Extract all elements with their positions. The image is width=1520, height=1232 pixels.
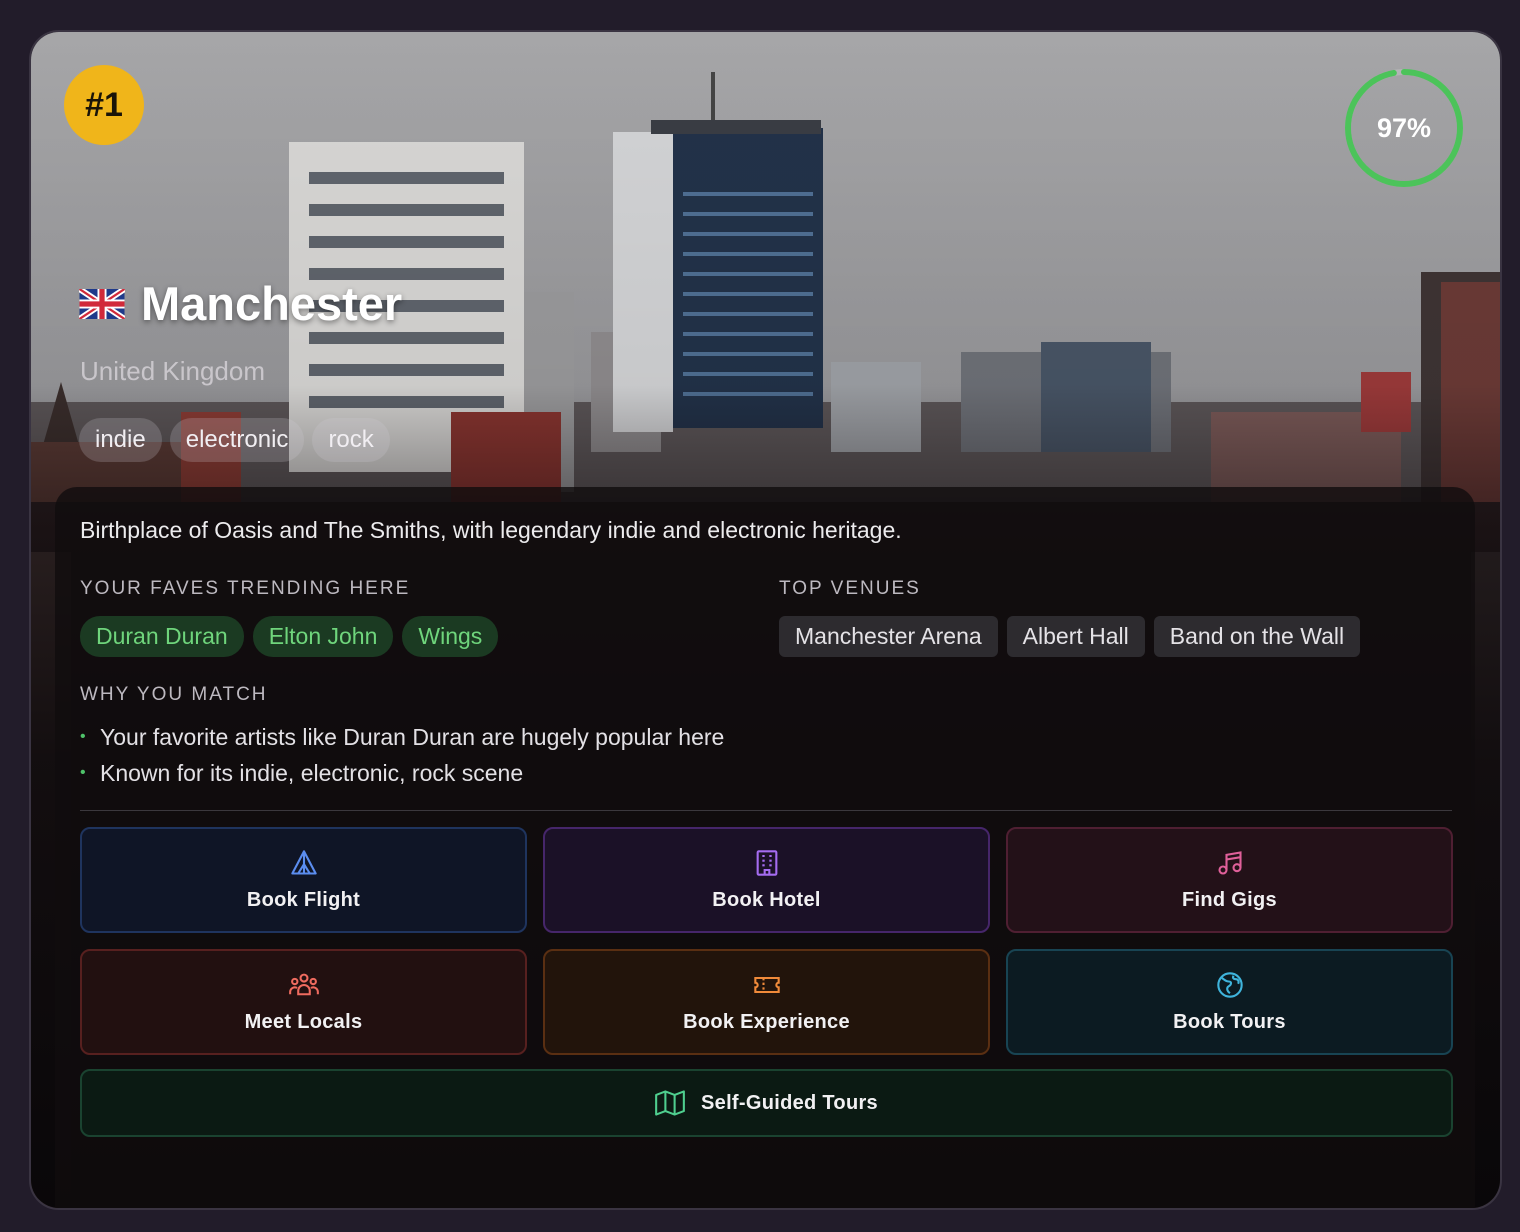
map-icon bbox=[655, 1090, 685, 1116]
top-venues: Manchester Arena Albert Hall Band on the… bbox=[779, 616, 1361, 657]
why-heading: WHY YOU MATCH bbox=[80, 684, 268, 705]
meet-locals-button[interactable]: Meet Locals bbox=[80, 949, 527, 1055]
genre-tags: indie electronic rock bbox=[79, 418, 390, 462]
match-score-label: 97% bbox=[1376, 112, 1432, 143]
ticket-icon bbox=[753, 976, 780, 993]
rank-badge: #1 bbox=[64, 65, 144, 145]
artist-chip[interactable]: Elton John bbox=[252, 616, 394, 657]
divider bbox=[80, 810, 1452, 811]
match-reason: • Your favorite artists like Duran Duran … bbox=[80, 723, 725, 750]
city-description: Birthplace of Oasis and The Smiths, with… bbox=[80, 517, 902, 543]
genre-tag: rock bbox=[312, 418, 390, 462]
bullet-icon: • bbox=[80, 728, 86, 745]
artist-chip[interactable]: Wings bbox=[402, 616, 499, 657]
self-guided-tours-button[interactable]: Self-Guided Tours bbox=[80, 1069, 1453, 1137]
find-gigs-button[interactable]: Find Gigs bbox=[1006, 827, 1453, 933]
artist-chip[interactable]: Duran Duran bbox=[80, 616, 244, 657]
city-name: Manchester bbox=[141, 277, 403, 330]
match-reason: • Known for its indie, electronic, rock s… bbox=[80, 759, 524, 786]
city-title: Manchester bbox=[79, 276, 402, 331]
faves-heading: YOUR FAVES TRENDING HERE bbox=[80, 578, 411, 599]
destination-card[interactable]: #1 97% Manchester United Kingdom indie e… bbox=[29, 30, 1502, 1210]
plane-icon bbox=[290, 849, 317, 875]
uk-flag-icon bbox=[79, 288, 125, 319]
book-experience-button[interactable]: Book Experience bbox=[543, 949, 990, 1055]
venues-heading: TOP VENUES bbox=[779, 578, 921, 599]
genre-tag: indie bbox=[79, 418, 162, 462]
country-name: United Kingdom bbox=[80, 356, 265, 386]
globe-icon bbox=[1216, 971, 1243, 998]
details-panel: Birthplace of Oasis and The Smiths, with… bbox=[55, 487, 1475, 1208]
book-flight-button[interactable]: Book Flight bbox=[80, 827, 527, 933]
bullet-icon: • bbox=[80, 764, 86, 781]
hotel-icon bbox=[756, 849, 777, 876]
venue-chip[interactable]: Manchester Arena bbox=[779, 616, 998, 657]
genre-tag: electronic bbox=[169, 418, 305, 462]
match-reasons: • Your favorite artists like Duran Duran … bbox=[80, 719, 724, 791]
book-hotel-button[interactable]: Book Hotel bbox=[543, 827, 990, 933]
music-note-icon bbox=[1217, 850, 1242, 875]
users-icon bbox=[288, 973, 319, 995]
match-score: 97% bbox=[1344, 68, 1464, 188]
venue-chip[interactable]: Band on the Wall bbox=[1153, 616, 1361, 657]
faves-artists: Duran Duran Elton John Wings bbox=[80, 616, 499, 657]
venue-chip[interactable]: Albert Hall bbox=[1006, 616, 1145, 657]
book-tours-button[interactable]: Book Tours bbox=[1006, 949, 1453, 1055]
